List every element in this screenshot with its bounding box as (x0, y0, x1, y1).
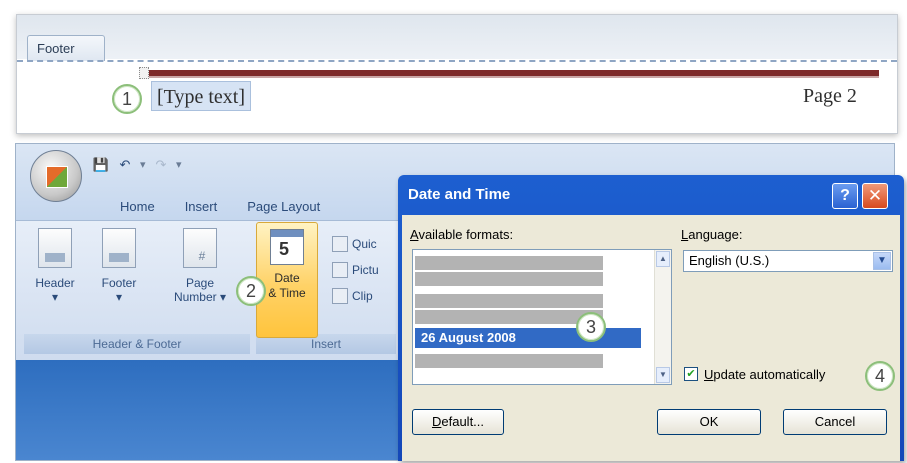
header-icon (38, 228, 72, 268)
callout-2: 2 (236, 276, 266, 306)
header-button[interactable]: Header ▾ (24, 228, 86, 332)
customize-qat-icon[interactable]: ▾ (176, 156, 182, 174)
date-time-label-line2: & Time (268, 286, 306, 300)
calendar-clock-icon: 5 (270, 229, 304, 265)
list-item[interactable] (415, 272, 603, 286)
calendar-number: 5 (279, 239, 290, 259)
undo-icon[interactable]: ↶ (116, 156, 134, 174)
footer-icon (102, 228, 136, 268)
list-item[interactable] (415, 256, 603, 270)
date-time-dialog: Date and Time ? ✕ Available formats: Lan… (398, 175, 904, 461)
footer-button-label: Footer (101, 276, 137, 290)
header-area (17, 15, 897, 59)
tab-insert[interactable]: Insert (173, 196, 236, 218)
footer-tab[interactable]: Footer (27, 35, 105, 61)
quick-parts-icon (332, 236, 348, 252)
language-value: English (U.S.) (689, 253, 770, 268)
page-number-button[interactable]: Page Number ▾ (158, 228, 242, 332)
picture-icon (332, 262, 348, 278)
formats-scrollbar[interactable]: ▲ ▼ (654, 250, 671, 384)
default-button[interactable]: Default... (412, 409, 504, 435)
quick-access-toolbar: 💾 ↶ ▾ ↷ ▾ (92, 154, 182, 176)
group-header-footer: Header ▾ Footer ▾ Page Number ▾ Header &… (24, 224, 250, 356)
clip-art-label: Clip (352, 289, 373, 303)
cancel-button[interactable]: Cancel (783, 409, 887, 435)
quick-parts-label: Quic (352, 237, 377, 251)
group-label-header-footer: Header & Footer (24, 334, 250, 354)
language-select[interactable]: English (U.S.) ▼ (683, 250, 893, 272)
footer-rule-shadow (147, 76, 879, 78)
page-number-icon (183, 228, 217, 268)
callout-4: 4 (865, 361, 895, 391)
language-label: Language: (681, 227, 743, 242)
page-number-label-line2: Number ▾ (173, 290, 227, 304)
clip-art-icon (332, 288, 348, 304)
redo-icon[interactable]: ↷ (152, 156, 170, 174)
clip-art-button[interactable]: Clip (332, 286, 373, 306)
scroll-up-icon[interactable]: ▲ (656, 251, 670, 267)
footer-boundary (17, 60, 897, 62)
page-number-text: Page 2 (803, 85, 857, 107)
close-button[interactable]: ✕ (862, 183, 888, 209)
date-time-label-line1: Date (274, 271, 300, 285)
formats-list[interactable]: 26 August 2008 ▲ ▼ (412, 249, 672, 385)
picture-button[interactable]: Pictu (332, 260, 379, 280)
footer-text-placeholder[interactable]: [Type text] (151, 81, 252, 111)
update-automatically-row[interactable]: ✔ Update automatically (684, 365, 825, 383)
office-button[interactable] (30, 150, 82, 202)
dialog-title: Date and Time (408, 186, 511, 203)
tab-home[interactable]: Home (108, 196, 173, 218)
tab-page-layout[interactable]: Page Layout (235, 196, 338, 218)
undo-dropdown-icon[interactable]: ▾ (140, 156, 146, 174)
ok-button[interactable]: OK (657, 409, 761, 435)
calendar-header (271, 230, 303, 237)
dialog-body: Available formats: Language: 26 August 2… (402, 215, 900, 461)
chevron-down-icon[interactable]: ▼ (873, 252, 891, 270)
page-number-label-text: Number (173, 290, 217, 304)
update-automatically-label: Update automatically (704, 366, 826, 382)
save-icon[interactable]: 💾 (92, 156, 110, 174)
callout-1: 1 (112, 84, 142, 114)
help-button[interactable]: ? (832, 183, 858, 209)
selected-format-item[interactable]: 26 August 2008 (415, 328, 641, 348)
page-number-label-line1: Page (185, 276, 215, 290)
quick-parts-button[interactable]: Quic (332, 234, 377, 254)
office-logo-icon (46, 166, 68, 188)
date-time-button[interactable]: 5 Date & Time (256, 222, 318, 338)
picture-label: Pictu (352, 263, 379, 277)
scroll-down-icon[interactable]: ▼ (656, 367, 670, 383)
ribbon-tabs: Home Insert Page Layout (108, 196, 338, 218)
available-formats-label: Available formats: (410, 227, 514, 242)
header-button-label: Header (35, 276, 75, 290)
dropdown-icon: ▾ (115, 290, 123, 304)
move-handle-icon[interactable] (139, 67, 149, 79)
footer-panel: Footer [Type text] Page 2 (16, 14, 898, 134)
list-item[interactable] (415, 354, 603, 368)
list-item[interactable] (415, 294, 603, 308)
callout-3: 3 (576, 312, 606, 342)
dropdown-icon: ▾ (51, 290, 59, 304)
update-automatically-checkbox[interactable]: ✔ (684, 367, 698, 381)
footer-button[interactable]: Footer ▾ (88, 228, 150, 332)
list-item[interactable] (415, 310, 603, 324)
